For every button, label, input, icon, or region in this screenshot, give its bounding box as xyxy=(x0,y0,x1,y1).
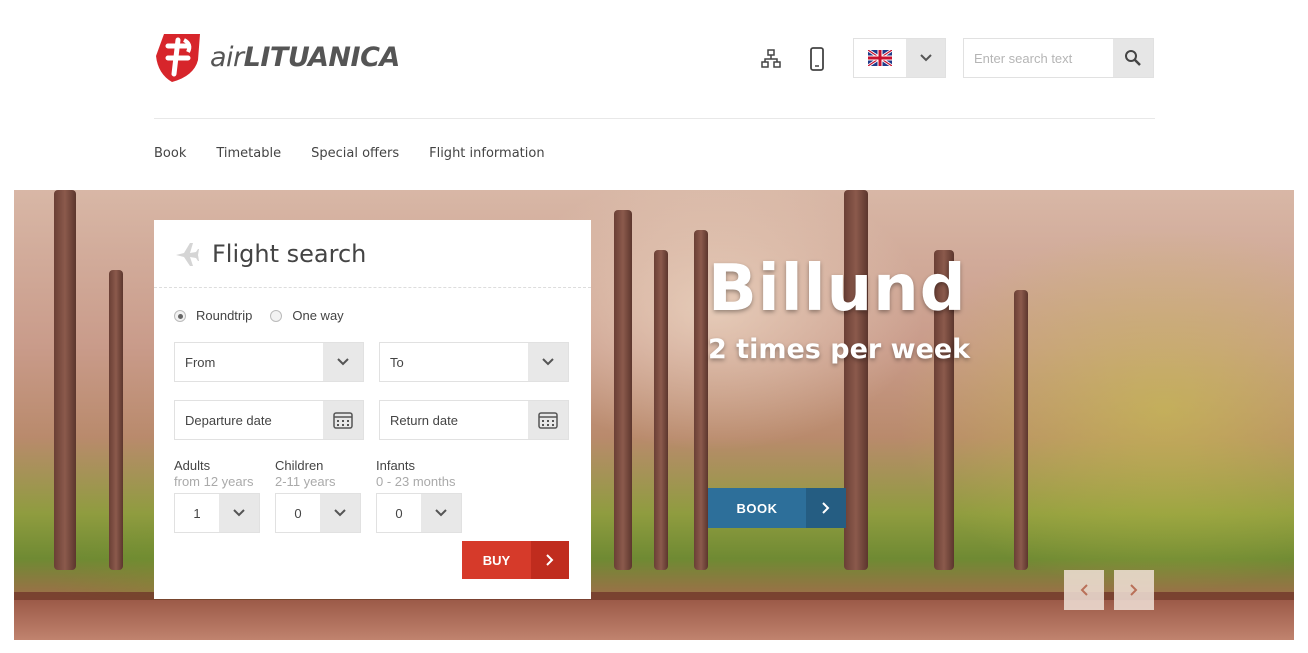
chevron-down-icon xyxy=(421,494,461,532)
mobile-icon[interactable] xyxy=(806,46,828,72)
flight-search-title: Flight search xyxy=(212,239,367,268)
airplane-icon xyxy=(176,242,199,266)
logo-prefix: air xyxy=(210,41,244,73)
logo-shield-icon xyxy=(156,34,200,82)
tree-trunk xyxy=(1014,290,1028,570)
search-input[interactable] xyxy=(964,39,1113,77)
infants-group: Infants 0 - 23 months xyxy=(376,458,456,489)
buy-label: BUY xyxy=(482,552,511,568)
return-date-field[interactable]: Return date xyxy=(379,400,569,440)
radio-one-way-label: One way xyxy=(292,308,344,323)
to-select[interactable]: To xyxy=(379,342,569,382)
infants-label: Infants xyxy=(376,458,416,473)
promo-title: Billund xyxy=(708,252,967,326)
uk-flag-icon xyxy=(854,39,906,77)
tree-trunk xyxy=(109,270,123,570)
infants-select[interactable]: 0 xyxy=(376,493,462,533)
flight-search-header: Flight search xyxy=(154,220,591,288)
sitemap-icon[interactable] xyxy=(760,46,782,72)
nav-book[interactable]: Book xyxy=(154,146,186,161)
chevron-right-icon xyxy=(531,541,569,579)
main-nav: Book Timetable Special offers Flight inf… xyxy=(154,146,575,161)
children-label: Children xyxy=(275,458,324,473)
infants-hint: 0 - 23 months xyxy=(376,474,456,489)
calendar-icon[interactable] xyxy=(323,401,363,439)
logo-brand: LITUANICA xyxy=(243,41,401,73)
adults-value: 1 xyxy=(193,505,201,521)
promo-subtitle: 2 times per week xyxy=(708,334,971,365)
nav-flight-information[interactable]: Flight information xyxy=(429,146,544,161)
from-label: From xyxy=(185,354,216,370)
tree-trunk xyxy=(654,250,668,570)
search-button[interactable] xyxy=(1113,39,1153,77)
page: airLITUANICA Enter search text Book Time… xyxy=(0,0,1308,653)
site-search xyxy=(963,38,1154,78)
radio-roundtrip-label: Roundtrip xyxy=(196,308,253,323)
slider-next-button[interactable] xyxy=(1114,570,1154,610)
to-label: To xyxy=(390,354,404,370)
logo[interactable]: airLITUANICA xyxy=(154,30,400,84)
chevron-left-icon xyxy=(1080,584,1088,596)
slider-prev-button[interactable] xyxy=(1064,570,1104,610)
radio-dot xyxy=(270,309,283,322)
promo-book-button[interactable]: BOOK xyxy=(708,488,846,528)
search-icon xyxy=(1125,50,1141,66)
adults-label: Adults xyxy=(174,458,211,473)
children-select[interactable]: 0 xyxy=(275,493,361,533)
trip-type: Roundtrip One way xyxy=(174,308,344,323)
chevron-right-icon xyxy=(1130,584,1138,596)
flight-search-panel: Flight search Roundtrip One way From To xyxy=(154,220,591,599)
promo-book-label: BOOK xyxy=(736,500,778,516)
children-value: 0 xyxy=(294,505,302,521)
from-select[interactable]: From xyxy=(174,342,364,382)
calendar-icon[interactable] xyxy=(528,401,568,439)
tree-trunk xyxy=(694,230,708,570)
adults-group: Adults from 12 years xyxy=(174,458,253,489)
radio-one-way[interactable]: One way xyxy=(270,308,344,323)
departure-date-label: Departure date xyxy=(185,412,272,428)
chevron-down-icon xyxy=(320,494,360,532)
chevron-down-icon xyxy=(528,343,568,381)
chevron-down-icon xyxy=(219,494,259,532)
adults-hint: from 12 years xyxy=(174,474,254,489)
children-hint: 2-11 years xyxy=(275,474,336,489)
radio-dot-selected xyxy=(174,309,186,322)
tree-trunk xyxy=(614,210,632,570)
tree-trunk xyxy=(844,190,868,570)
chevron-down-icon xyxy=(323,343,363,381)
buy-button[interactable]: BUY xyxy=(462,541,569,579)
children-group: Children 2-11 years xyxy=(275,458,335,489)
tree-trunk xyxy=(54,190,76,570)
chevron-down-icon xyxy=(906,39,945,77)
radio-roundtrip[interactable]: Roundtrip xyxy=(174,308,252,323)
logo-text: airLITUANICA xyxy=(210,42,400,73)
header-divider xyxy=(154,118,1155,119)
infants-value: 0 xyxy=(395,505,403,521)
chevron-right-icon xyxy=(806,488,846,528)
nav-timetable[interactable]: Timetable xyxy=(216,146,281,161)
nav-special-offers[interactable]: Special offers xyxy=(311,146,399,161)
adults-select[interactable]: 1 xyxy=(174,493,260,533)
language-selector[interactable] xyxy=(853,38,946,78)
return-date-label: Return date xyxy=(390,412,458,428)
departure-date-field[interactable]: Departure date xyxy=(174,400,364,440)
